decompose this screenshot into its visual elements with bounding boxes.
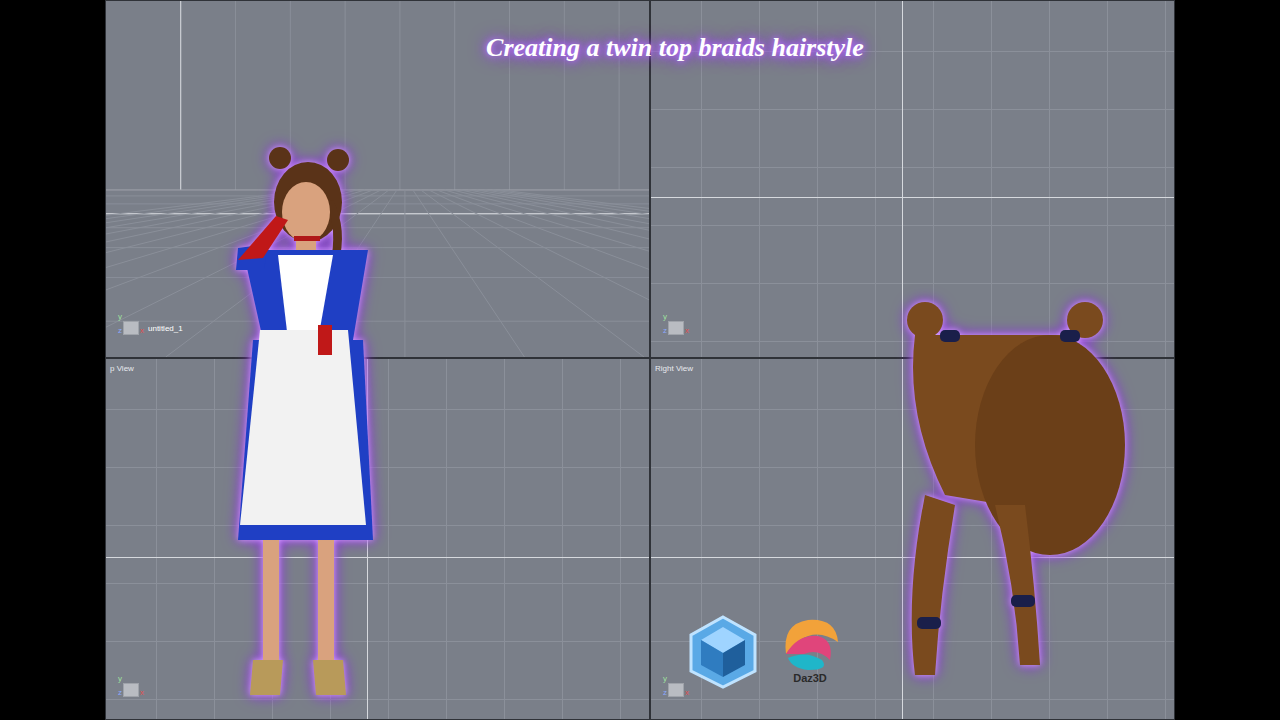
axis-label: y (663, 675, 667, 683)
hexagon-logo-icon (685, 613, 761, 691)
daz3d-logo: Daz3D (772, 614, 848, 686)
right-bar (1175, 0, 1280, 720)
axis-cube-icon (123, 321, 139, 335)
viewport-label: Right View (655, 363, 693, 375)
viewport-label: p View (110, 363, 134, 375)
daz3d-logo-icon (778, 614, 842, 672)
axis-line (902, 1, 903, 357)
axis-gizmo: yz x (118, 675, 144, 697)
character-figure[interactable] (168, 140, 378, 705)
axis-line (651, 557, 1174, 558)
axis-line (651, 197, 1174, 198)
daz3d-logo-text: Daz3D (793, 672, 827, 686)
axis-cube-icon (123, 683, 139, 697)
axis-gizmo: yz x (663, 675, 689, 697)
axis-label: y (118, 313, 122, 321)
axis-cube-icon (668, 321, 684, 335)
axis-label: z (663, 689, 667, 697)
axis-line (106, 557, 649, 558)
video-title: Creating a twin top braids hairstyle (390, 28, 960, 67)
left-bar (0, 0, 105, 720)
axis-gizmo: yz x (118, 313, 144, 335)
app: yzxuntitled_1yzxp ViewyzxRight ViewyzxCr… (0, 0, 1280, 720)
axis-label: y (663, 313, 667, 321)
axis-label: z (118, 689, 122, 697)
top-viewport[interactable]: p View yz x (105, 358, 650, 720)
axis-label: x (140, 689, 144, 697)
axis-gizmo: yz x (663, 313, 689, 335)
viewport-label: untitled_1 (148, 323, 183, 335)
axis-label: z (118, 327, 122, 335)
axis-label: y (118, 675, 122, 683)
axis-label: x (140, 327, 144, 335)
axis-label: x (685, 327, 689, 335)
axis-line (902, 359, 903, 719)
axis-label: z (663, 327, 667, 335)
hair-model[interactable] (885, 295, 1135, 695)
axis-cube-icon (668, 683, 684, 697)
axis-label: x (685, 689, 689, 697)
